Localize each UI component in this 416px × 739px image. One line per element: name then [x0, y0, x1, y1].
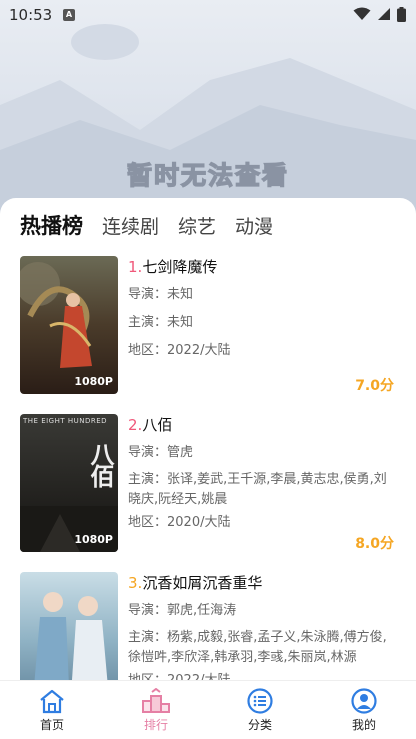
- item-cast: 主演：张译,姜武,王千源,李晨,黄志忠,侯勇,刘晓庆,阮经天,姚晨: [128, 472, 387, 507]
- poster[interactable]: 1080P: [20, 256, 118, 394]
- status-bar: 10:53 A: [0, 0, 416, 30]
- sim-icon: A: [63, 9, 75, 21]
- item-score: 7.0分: [355, 378, 394, 394]
- rank-number: 2.: [128, 416, 143, 434]
- status-time: 10:53: [9, 6, 53, 24]
- tab-hot[interactable]: 热播榜: [20, 210, 83, 240]
- item-info: 3.沉香如屑沉香重华 导演：郭虎,任海涛 主演：杨紫,成毅,张睿,孟子义,朱泳腾…: [128, 572, 398, 692]
- profile-icon: [351, 688, 377, 714]
- item-title-row[interactable]: 1.七剑降魔传: [128, 256, 398, 278]
- category-tabs: 热播榜 连续剧 综艺 动漫: [20, 210, 292, 240]
- poster[interactable]: THE EIGHT HUNDRED 八佰 1080P: [20, 414, 118, 552]
- bottom-nav: 首页 排行 分类 我的: [0, 680, 416, 739]
- item-info: 1.七剑降魔传 导演：未知 主演：未知 地区：2022/大陆: [128, 256, 398, 362]
- nav-home[interactable]: 首页: [0, 681, 104, 739]
- category-icon: [247, 688, 273, 714]
- item-director: 导演：未知: [128, 287, 194, 302]
- tab-series[interactable]: 连续剧: [102, 212, 159, 239]
- ranking-list: 1080P 1.七剑降魔传 导演：未知 主演：未知 地区：2022/大陆 7.0…: [0, 256, 416, 730]
- nav-ranking[interactable]: 排行: [104, 681, 208, 739]
- item-title: 八佰: [142, 416, 173, 434]
- item-director: 导演：管虎: [128, 445, 194, 460]
- item-director: 导演：郭虎,任海涛: [128, 603, 237, 618]
- item-cast: 主演：杨紫,成毅,张睿,孟子义,朱泳腾,傅方俊,徐愷吽,李欣泽,韩承羽,李彧,朱…: [128, 630, 387, 665]
- battery-icon: [397, 6, 406, 22]
- item-region: 地区：2022/大陆: [128, 343, 231, 358]
- nav-category[interactable]: 分类: [208, 681, 312, 739]
- item-title-row[interactable]: 2.八佰: [128, 414, 398, 436]
- poster-subtitle: THE EIGHT HUNDRED: [23, 417, 108, 425]
- item-title: 七剑降魔传: [142, 258, 218, 276]
- banner-text: 暂时无法查看: [126, 160, 289, 190]
- poster-title: 八佰: [86, 442, 114, 486]
- ranking-icon: [142, 688, 170, 713]
- quality-badge: 1080P: [74, 533, 113, 546]
- banner[interactable]: 暂时无法查看: [0, 0, 416, 215]
- wifi-icon: [353, 7, 371, 20]
- content-card: 热播榜 连续剧 综艺 动漫 1080P 1.七剑降魔传 导演：未知 主演：未知 …: [0, 198, 416, 710]
- quality-badge: 1080P: [74, 375, 113, 388]
- poster-image: [20, 256, 118, 394]
- item-cast: 主演：未知: [128, 315, 194, 330]
- nav-ranking-label: 排行: [143, 718, 168, 732]
- list-item[interactable]: 1080P 1.七剑降魔传 导演：未知 主演：未知 地区：2022/大陆 7.0…: [0, 256, 416, 414]
- nav-profile[interactable]: 我的: [312, 681, 416, 739]
- app-screen: 暂时无法查看 10:53 A 热播榜 连续剧 综艺 动漫 1080P 1.七剑降…: [0, 0, 416, 739]
- nav-home-label: 首页: [39, 718, 64, 732]
- item-title-row[interactable]: 3.沉香如屑沉香重华: [128, 572, 398, 594]
- tab-variety[interactable]: 综艺: [178, 212, 216, 239]
- item-region: 地区：2020/大陆: [128, 515, 231, 530]
- status-right: [353, 6, 406, 22]
- item-score: 8.0分: [355, 536, 394, 552]
- rank-number: 1.: [128, 258, 143, 276]
- nav-category-label: 分类: [247, 718, 272, 732]
- rank-number: 3.: [128, 574, 143, 592]
- tab-anime[interactable]: 动漫: [235, 212, 273, 239]
- home-icon: [40, 689, 64, 714]
- list-item[interactable]: THE EIGHT HUNDRED 八佰 1080P 2.八佰 导演：管虎 主演…: [0, 414, 416, 572]
- nav-profile-label: 我的: [351, 718, 376, 732]
- item-info: 2.八佰 导演：管虎 主演：张译,姜武,王千源,李晨,黄志忠,侯勇,刘晓庆,阮经…: [128, 414, 398, 534]
- item-title: 沉香如屑沉香重华: [142, 574, 263, 592]
- signal-icon: [378, 8, 390, 20]
